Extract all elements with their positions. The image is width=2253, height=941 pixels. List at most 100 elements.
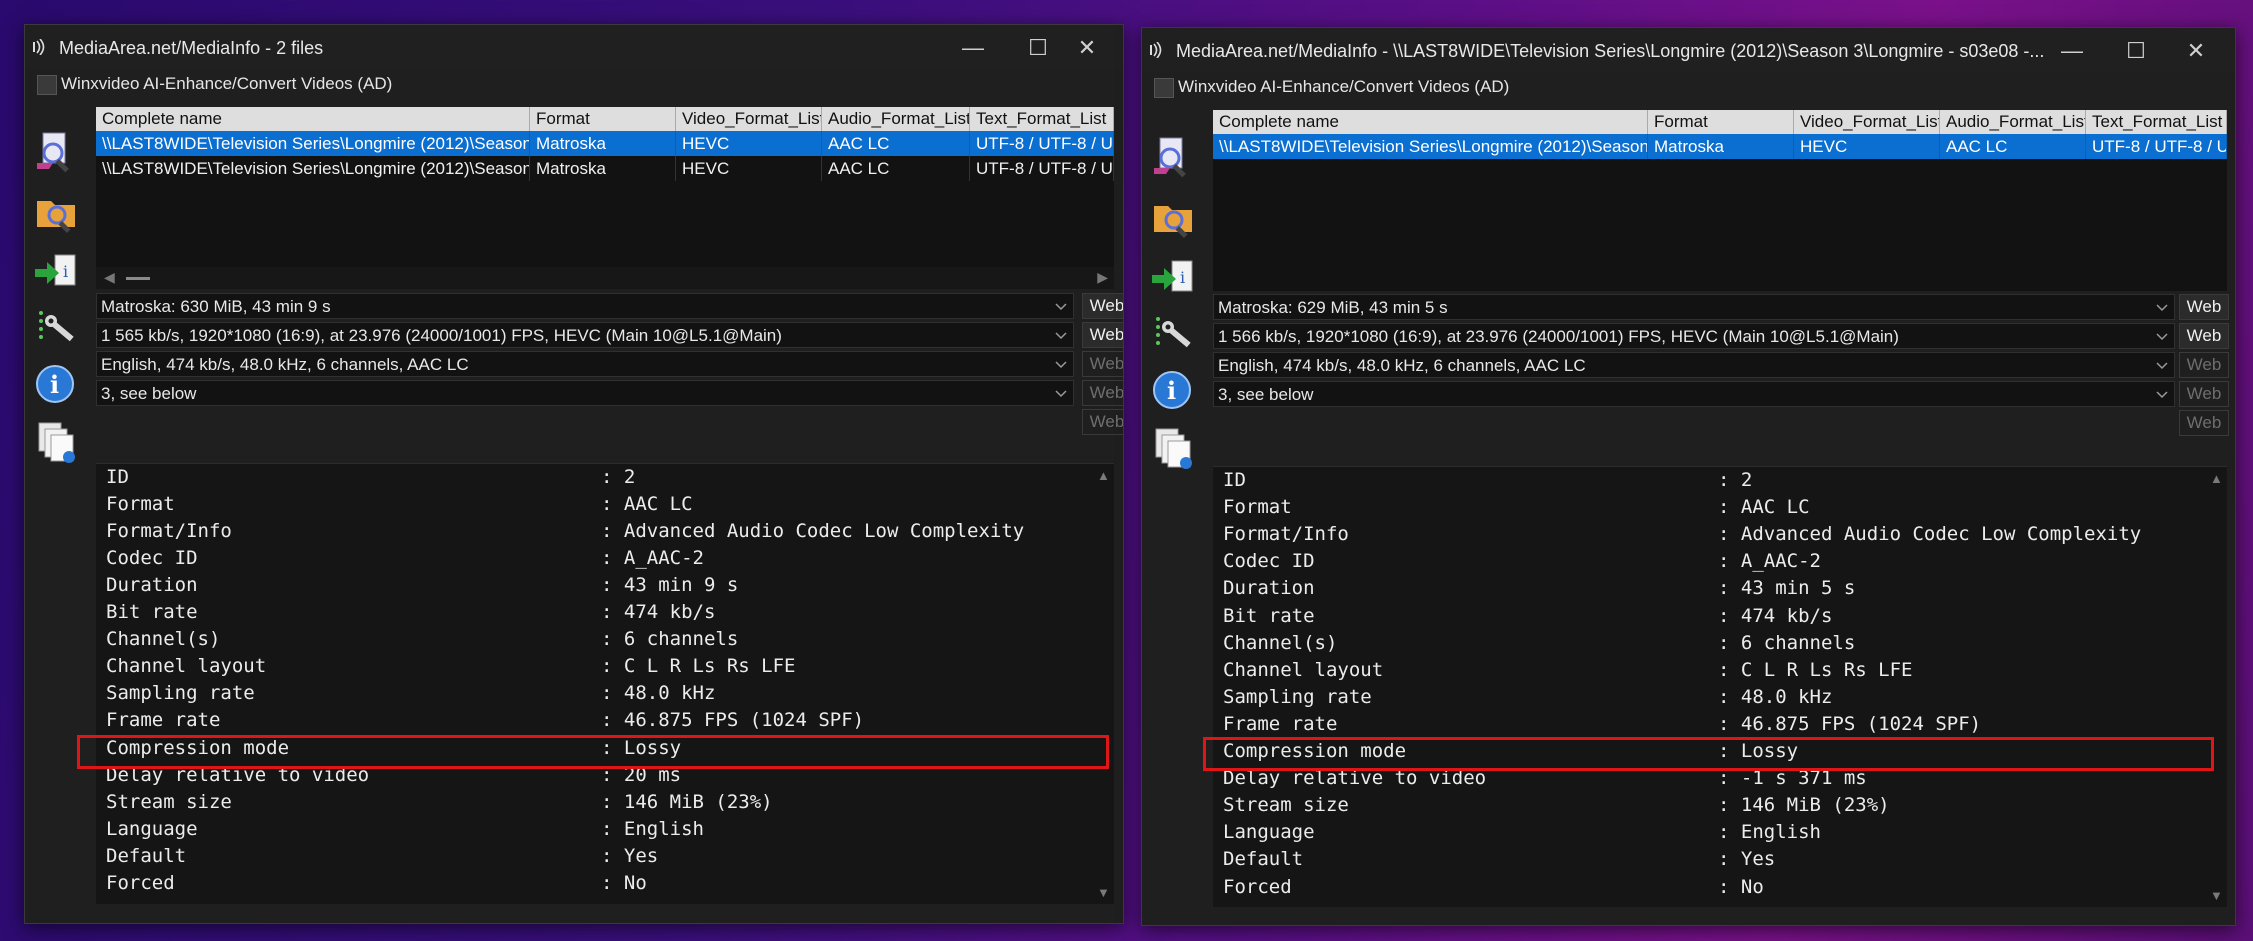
open-file-icon[interactable]	[1150, 132, 1198, 178]
detail-row: Channel layout: C L R Ls Rs LFE	[1223, 659, 1912, 686]
detail-row: Duration: 43 min 9 s	[106, 574, 738, 601]
video-format-cell: HEVC	[1794, 134, 1940, 159]
column-header-audio-format[interactable]: Audio_Format_List	[822, 107, 970, 131]
summary-dropdown[interactable]: English, 474 kb/s, 48.0 kHz, 6 channels,…	[96, 351, 1074, 377]
scroll-right-arrow-icon[interactable]: ▶	[1097, 269, 1108, 286]
summary-dropdown[interactable]: 3, see below	[1213, 381, 2175, 407]
export-icon[interactable]: i	[33, 249, 81, 295]
web-button[interactable]: Web	[2179, 381, 2229, 407]
chevron-down-icon[interactable]	[2156, 359, 2168, 371]
summary-dropdown[interactable]: 1 565 kb/s, 1920*1080 (16:9), at 23.976 …	[96, 322, 1074, 348]
scrollbar-thumb[interactable]	[126, 277, 150, 280]
sheet-view-icon[interactable]	[33, 419, 81, 465]
column-header-video-format[interactable]: Video_Format_List	[676, 107, 822, 131]
web-button[interactable]: Web	[1082, 322, 1123, 348]
maximize-button[interactable]: ☐	[2116, 36, 2156, 66]
column-header-audio-format[interactable]: Audio_Format_List	[1940, 110, 2086, 134]
column-header-text-format[interactable]: Text_Format_List	[2086, 110, 2227, 134]
detail-value: : 2	[1718, 469, 1753, 491]
web-button[interactable]: Web	[1082, 293, 1123, 319]
summary-text: English, 474 kb/s, 48.0 kHz, 6 channels,…	[101, 355, 469, 374]
detail-value: : Yes	[601, 844, 659, 867]
detail-key: Format	[106, 493, 175, 516]
horizontal-scrollbar[interactable]: ◀ ▶	[96, 267, 1114, 289]
detail-key: Bit rate	[106, 601, 198, 624]
detail-key: Format/Info	[106, 520, 232, 543]
close-button[interactable]: ✕	[1067, 33, 1107, 63]
menu-item-winxvideo[interactable]: Winxvideo AI-Enhance/Convert Videos (AD)	[61, 74, 392, 94]
file-row[interactable]: \\LAST8WIDE\Television Series\Longmire (…	[96, 156, 1114, 181]
minimize-button[interactable]: —	[2052, 36, 2092, 66]
detail-value: : 146 MiB (23%)	[1718, 794, 1890, 817]
open-file-icon[interactable]	[33, 127, 81, 173]
vertical-scrollbar[interactable]: ▲ ▼	[1092, 464, 1114, 904]
export-icon[interactable]: i	[1150, 255, 1198, 301]
web-button[interactable]: Web	[2179, 352, 2229, 378]
chevron-down-icon[interactable]	[2156, 301, 2168, 313]
file-list: Complete name Format Video_Format_List A…	[1213, 110, 2227, 291]
column-header-complete-name[interactable]: Complete name	[1213, 110, 1648, 134]
open-folder-icon[interactable]	[33, 187, 81, 234]
chevron-down-icon[interactable]	[2156, 388, 2168, 400]
web-button[interactable]: Web	[2179, 294, 2229, 320]
summary-dropdown[interactable]: English, 474 kb/s, 48.0 kHz, 6 channels,…	[1213, 352, 2175, 378]
title-bar[interactable]: MediaArea.net/MediaInfo - 2 files — ☐ ✕	[25, 25, 1123, 69]
column-header-text-format[interactable]: Text_Format_List	[970, 107, 1114, 131]
menu-checkbox[interactable]	[37, 75, 57, 95]
detail-value: : No	[1718, 875, 1764, 898]
scroll-down-arrow-icon[interactable]: ▼	[1097, 885, 1110, 900]
detail-value: : 43 min 9 s	[601, 574, 739, 597]
about-info-icon[interactable]: i	[1150, 367, 1198, 413]
minimize-button[interactable]: —	[953, 33, 993, 63]
title-bar[interactable]: MediaArea.net/MediaInfo - \\LAST8WIDE\Te…	[1142, 28, 2235, 72]
web-button[interactable]: Web	[1082, 409, 1123, 435]
detail-value: : Advanced Audio Codec Low Complexity	[1718, 523, 2142, 546]
web-button[interactable]: Web	[2179, 323, 2229, 349]
text-format-cell: UTF-8 / UTF-8 / UTF-8	[2086, 134, 2227, 159]
summary-text: Matroska: 629 MiB, 43 min 5 s	[1218, 298, 1448, 317]
web-button[interactable]: Web	[1082, 380, 1123, 406]
detail-key: Frame rate	[106, 709, 221, 732]
chevron-down-icon[interactable]	[1055, 300, 1067, 312]
summary-dropdown[interactable]: Matroska: 630 MiB, 43 min 9 s	[96, 293, 1074, 319]
maximize-button[interactable]: ☐	[1018, 33, 1058, 63]
scroll-up-arrow-icon[interactable]: ▲	[2210, 471, 2223, 486]
summary-dropdown[interactable]: 3, see below	[96, 380, 1074, 406]
detail-row: Default: Yes	[106, 845, 658, 872]
detail-key: ID	[1223, 469, 1246, 491]
chevron-down-icon[interactable]	[1055, 387, 1067, 399]
scroll-left-arrow-icon[interactable]: ◀	[104, 269, 115, 286]
close-button[interactable]: ✕	[2176, 36, 2216, 66]
column-header-video-format[interactable]: Video_Format_List	[1794, 110, 1940, 134]
detail-row: Stream size: 146 MiB (23%)	[106, 791, 773, 818]
detail-key: Forced	[1223, 875, 1292, 898]
column-header-format[interactable]: Format	[530, 107, 676, 131]
summary-dropdown[interactable]: 1 566 kb/s, 1920*1080 (16:9), at 23.976 …	[1213, 323, 2175, 349]
sheet-view-icon[interactable]	[1150, 425, 1198, 471]
detail-value: : 2	[601, 466, 636, 488]
svg-text:i: i	[63, 262, 68, 281]
vertical-scrollbar[interactable]: ▲ ▼	[2205, 467, 2227, 907]
scroll-up-arrow-icon[interactable]: ▲	[1097, 468, 1110, 483]
web-button[interactable]: Web	[1082, 351, 1123, 377]
web-button[interactable]: Web	[2179, 410, 2229, 436]
chevron-down-icon[interactable]	[2156, 330, 2168, 342]
detail-key: Language	[106, 817, 198, 840]
about-info-icon[interactable]: i	[33, 361, 81, 407]
file-row[interactable]: \\LAST8WIDE\Television Series\Longmire (…	[96, 131, 1114, 156]
summary-dropdown[interactable]: Matroska: 629 MiB, 43 min 5 s	[1213, 294, 2175, 320]
detail-row: Format/Info: Advanced Audio Codec Low Co…	[1223, 523, 2141, 550]
open-folder-icon[interactable]	[1150, 192, 1198, 239]
chevron-down-icon[interactable]	[1055, 358, 1067, 370]
preferences-wrench-icon[interactable]	[1150, 313, 1198, 359]
detail-value: : English	[1718, 821, 1821, 844]
column-header-format[interactable]: Format	[1648, 110, 1794, 134]
column-header-complete-name[interactable]: Complete name	[96, 107, 530, 131]
scroll-down-arrow-icon[interactable]: ▼	[2210, 888, 2223, 903]
preferences-wrench-icon[interactable]	[33, 307, 81, 353]
menu-item-winxvideo[interactable]: Winxvideo AI-Enhance/Convert Videos (AD)	[1178, 77, 1509, 97]
menu-checkbox[interactable]	[1154, 78, 1174, 98]
file-row[interactable]: \\LAST8WIDE\Television Series\Longmire (…	[1213, 134, 2227, 159]
chevron-down-icon[interactable]	[1055, 329, 1067, 341]
detail-key: Default	[1223, 848, 1304, 871]
